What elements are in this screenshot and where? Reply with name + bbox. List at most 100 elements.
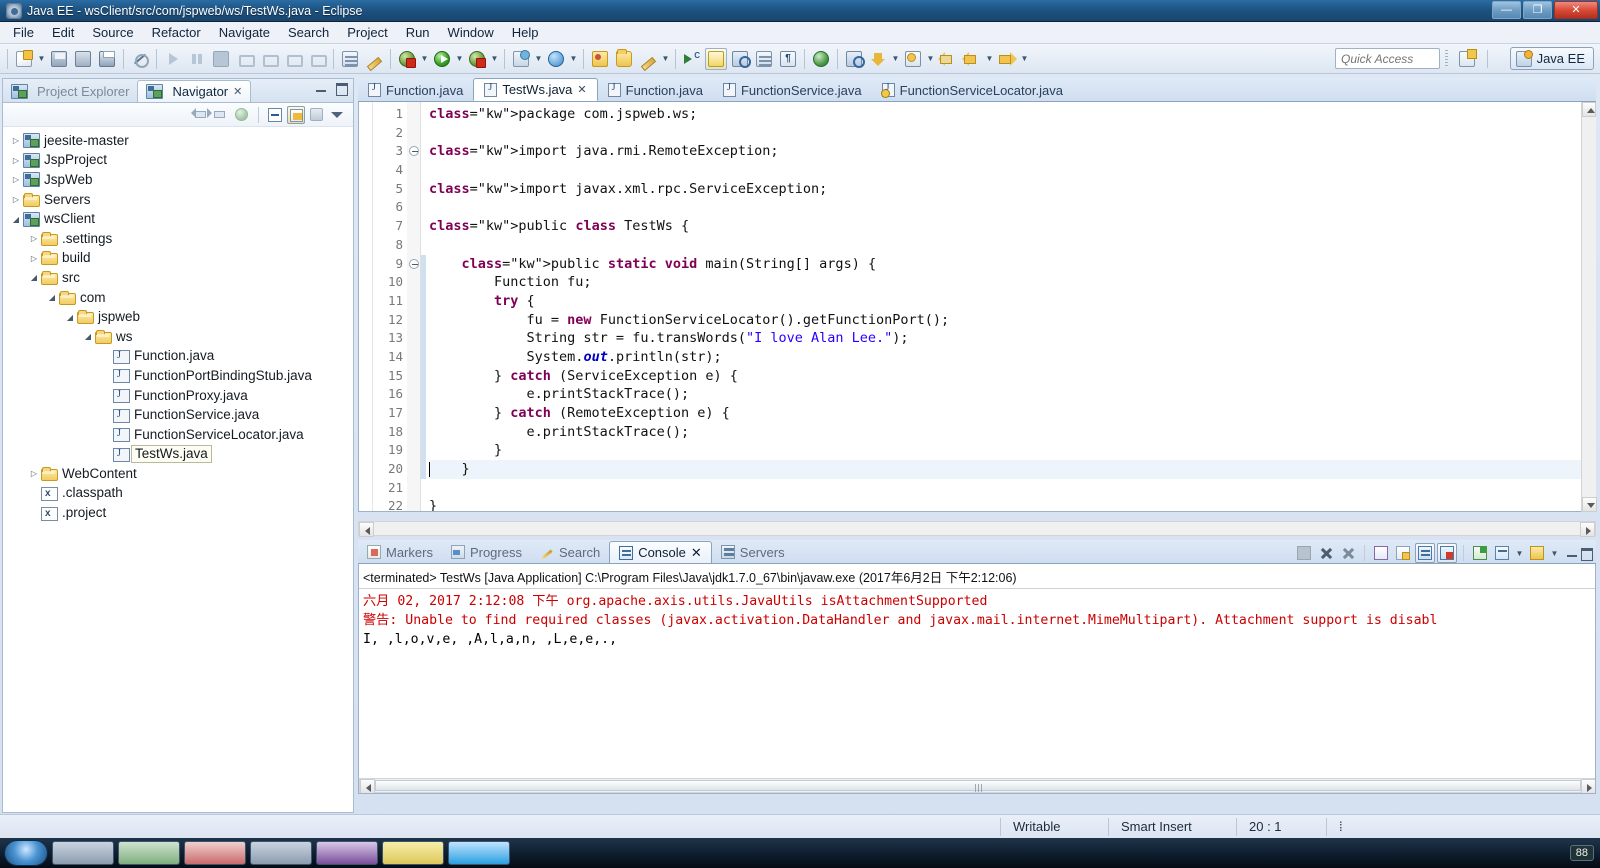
close-icon[interactable]: ✕ (233, 85, 242, 98)
code-line[interactable]: class="kw">import javax.xml.rpc.ServiceE… (429, 180, 1595, 199)
close-icon[interactable]: ✕ (577, 83, 586, 96)
scroll-lock-icon[interactable] (1415, 543, 1435, 563)
chevron-down-icon[interactable]: ◢ (45, 293, 59, 302)
home-icon[interactable] (233, 106, 251, 124)
open-type-dropdown-icon[interactable]: ▼ (890, 48, 901, 70)
menu-search[interactable]: Search (279, 23, 338, 42)
editor-annotation-ruler[interactable] (359, 102, 373, 511)
code-line[interactable]: e.printStackTrace(); (429, 423, 1595, 442)
code-line[interactable]: fu = new FunctionServiceLocator().getFun… (429, 311, 1595, 330)
forward-icon[interactable] (212, 106, 230, 124)
code-line[interactable]: } (429, 441, 1595, 460)
back-icon[interactable] (961, 48, 983, 70)
maximize-button[interactable]: ❐ (1523, 1, 1552, 19)
code-line[interactable]: String str = fu.transWords("I love Alan … (429, 329, 1595, 348)
chevron-down-icon[interactable]: ◢ (81, 332, 95, 341)
forward-dropdown-icon[interactable]: ▼ (1019, 48, 1030, 70)
chevron-down-icon[interactable]: ◢ (9, 215, 23, 224)
chevron-right-icon[interactable]: ▷ (9, 156, 23, 165)
console-tab-servers[interactable]: Servers (712, 541, 794, 563)
resume-icon[interactable] (162, 48, 184, 70)
display-selected-console-icon[interactable] (1371, 543, 1391, 563)
menu-project[interactable]: Project (338, 23, 396, 42)
scroll-left-icon[interactable] (360, 779, 375, 793)
fold-toggle-icon[interactable] (407, 142, 420, 161)
editor-tab-functionservice-java[interactable]: FunctionService.java (713, 79, 872, 101)
debug-dropdown-icon[interactable]: ▼ (489, 48, 500, 70)
code-editor[interactable]: 1234567891011121314151617181920212223 cl… (358, 102, 1596, 512)
view-menu-icon[interactable] (329, 106, 347, 124)
editor-code-text[interactable]: class="kw">package com.jspweb.ws; class=… (426, 102, 1595, 511)
code-line[interactable] (429, 479, 1595, 498)
taskbar-item[interactable] (118, 841, 180, 865)
code-line[interactable]: Function fu; (429, 273, 1595, 292)
tree-item-build[interactable]: ▷ build (3, 249, 353, 269)
tree-item-functionproxy-java[interactable]: FunctionProxy.java (3, 386, 353, 406)
globe-icon[interactable] (810, 48, 832, 70)
editor-tab-testws-java[interactable]: TestWs.java ✕ (473, 78, 598, 101)
start-button[interactable] (4, 840, 48, 866)
maximize-icon[interactable] (1580, 547, 1593, 561)
print-icon[interactable] (96, 48, 118, 70)
chevron-right-icon[interactable]: ▷ (27, 254, 41, 263)
terminate-icon[interactable] (1294, 543, 1314, 563)
open-task-dropdown-icon[interactable]: ▼ (925, 48, 936, 70)
menu-navigate[interactable]: Navigate (210, 23, 279, 42)
forward-icon[interactable] (996, 48, 1018, 70)
drop-to-frame-icon[interactable] (306, 48, 328, 70)
open-perspective-button[interactable] (1456, 48, 1478, 70)
code-line[interactable]: } catch (RemoteException e) { (429, 404, 1595, 423)
code-line[interactable]: } (429, 497, 1595, 511)
external-tools-dropdown-icon[interactable]: ▼ (533, 48, 544, 70)
editor-tab-function-java[interactable]: Function.java (598, 79, 713, 101)
taskbar-item[interactable] (448, 841, 510, 865)
tree-item-jspproject[interactable]: ▷ JspProject (3, 151, 353, 171)
tree-item-ws[interactable]: ◢ ws (3, 327, 353, 347)
editor-vertical-scrollbar[interactable] (1581, 102, 1597, 512)
debug-icon[interactable] (466, 48, 488, 70)
highlight-dropdown-icon[interactable]: ▼ (660, 48, 671, 70)
maximize-icon[interactable] (335, 82, 348, 96)
close-icon[interactable]: ✕ (691, 545, 702, 561)
console-toggle-icon[interactable] (339, 48, 361, 70)
code-line[interactable]: } catch (ServiceException e) { (429, 367, 1595, 386)
java-editor-icon[interactable] (729, 48, 751, 70)
save-all-icon[interactable] (72, 48, 94, 70)
console-horizontal-scrollbar[interactable] (359, 778, 1595, 793)
console-tab-console[interactable]: Console ✕ (609, 541, 712, 563)
taskbar-item[interactable] (250, 841, 312, 865)
clear-console-icon[interactable] (1437, 543, 1457, 563)
debug-settings-icon[interactable] (396, 48, 418, 70)
search-icon[interactable] (843, 48, 865, 70)
remove-launch-icon[interactable] (1316, 543, 1336, 563)
external-tools-icon[interactable] (510, 48, 532, 70)
code-line[interactable] (429, 124, 1595, 143)
minimize-button[interactable]: — (1492, 1, 1521, 19)
open-folder-ball-icon[interactable] (589, 48, 611, 70)
remove-all-terminated-icon[interactable] (1338, 543, 1358, 563)
tree-item-functionservicelocator-java[interactable]: FunctionServiceLocator.java (3, 425, 353, 445)
run-server-icon[interactable] (545, 48, 567, 70)
code-line[interactable]: class="kw">package com.jspweb.ws; (429, 105, 1595, 124)
open-console-icon[interactable] (1393, 543, 1413, 563)
chevron-right-icon[interactable]: ▷ (27, 234, 41, 243)
taskbar-item[interactable] (52, 841, 114, 865)
toggle-mark-occurrences-icon[interactable] (705, 47, 727, 70)
code-line[interactable]: } (429, 460, 1595, 479)
open-type-icon[interactable] (867, 48, 889, 70)
fold-toggle-icon[interactable] (407, 255, 420, 274)
chevron-right-icon[interactable]: ▷ (9, 136, 23, 145)
code-line[interactable] (429, 236, 1595, 255)
chevron-right-icon[interactable]: ▷ (27, 469, 41, 478)
terminate-icon[interactable] (210, 48, 232, 70)
minimize-icon[interactable] (1566, 547, 1578, 559)
tree-item-function-java[interactable]: Function.java (3, 347, 353, 367)
close-button[interactable]: ✕ (1554, 1, 1598, 19)
code-line[interactable]: System.out.println(str); (429, 348, 1595, 367)
tree-item-functionservice-java[interactable]: FunctionService.java (3, 405, 353, 425)
editor-folding-ruler[interactable] (407, 102, 421, 511)
menu-edit[interactable]: Edit (43, 23, 83, 42)
new-console-view-icon[interactable] (1527, 543, 1547, 563)
chevron-down-icon[interactable]: ◢ (27, 273, 41, 282)
taskbar-item[interactable] (184, 841, 246, 865)
